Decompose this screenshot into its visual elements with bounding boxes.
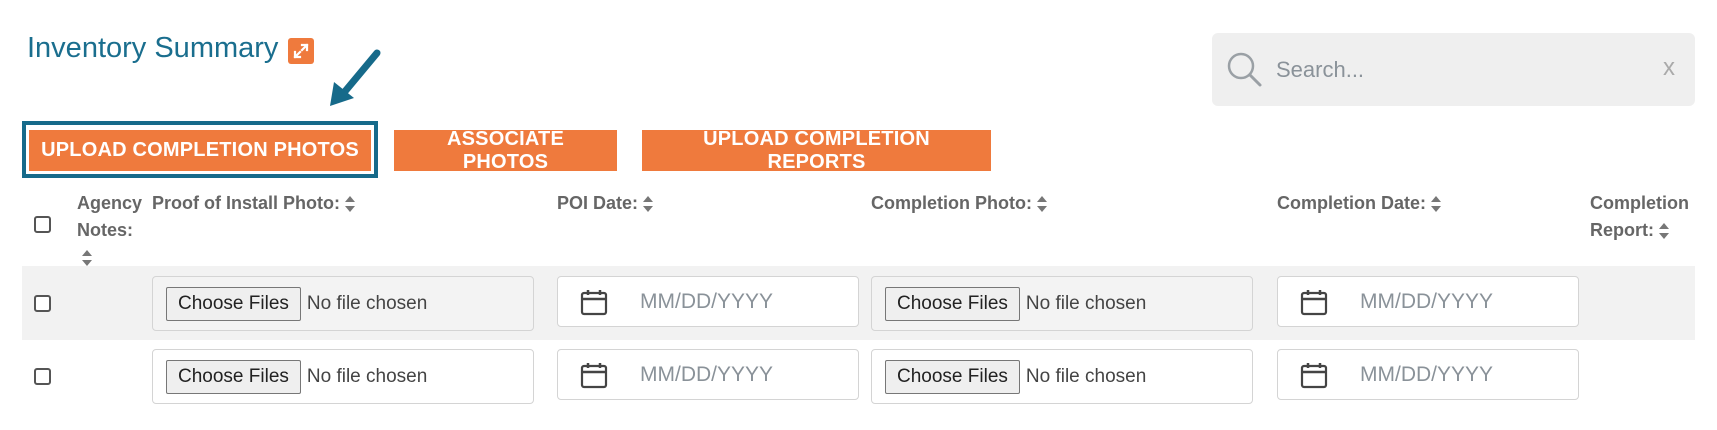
expand-icon[interactable]	[288, 37, 315, 64]
column-label: Proof of Install Photo:	[152, 193, 340, 213]
completion-date-input[interactable]	[1358, 362, 1562, 388]
column-label: Completion Photo:	[871, 193, 1032, 213]
sort-icon[interactable]	[344, 195, 356, 213]
file-status: No file chosen	[1025, 292, 1147, 314]
column-label: Completion	[1590, 193, 1689, 213]
page-title: Inventory Summary	[27, 32, 279, 64]
page-title-group: Inventory Summary	[27, 32, 315, 65]
poi-date-field[interactable]	[557, 349, 859, 400]
column-completion-report[interactable]: Completion Report:	[1590, 190, 1689, 244]
select-all-checkbox[interactable]	[34, 216, 51, 233]
completion-date-input[interactable]	[1358, 289, 1562, 315]
column-completion-photo[interactable]: Completion Photo:	[871, 190, 1048, 217]
file-status: No file chosen	[306, 292, 428, 314]
completion-photo-file-input[interactable]: Choose Files No file chosen	[871, 349, 1253, 404]
column-agency-notes[interactable]: Agency Notes:	[77, 190, 142, 271]
search-input[interactable]	[1274, 55, 1638, 85]
column-label: Notes:	[77, 220, 134, 240]
calendar-icon[interactable]	[1300, 361, 1328, 389]
row-checkbox[interactable]	[34, 368, 51, 385]
sort-icon[interactable]	[1036, 195, 1048, 213]
poi-date-field[interactable]	[557, 276, 859, 327]
choose-files-button[interactable]: Choose Files	[166, 359, 301, 394]
search-box: x	[1212, 33, 1695, 106]
poi-date-input[interactable]	[638, 289, 842, 315]
choose-files-button[interactable]: Choose Files	[885, 359, 1020, 394]
column-proof-of-install-photo[interactable]: Proof of Install Photo:	[152, 190, 356, 217]
column-label: Completion Date:	[1277, 193, 1427, 213]
row-checkbox[interactable]	[34, 295, 51, 312]
column-poi-date[interactable]: POI Date:	[557, 190, 654, 217]
sort-icon[interactable]	[81, 249, 93, 267]
column-label: Agency	[77, 193, 143, 213]
proof-of-install-photo-file-input[interactable]: Choose Files No file chosen	[152, 276, 534, 331]
sort-icon[interactable]	[642, 195, 654, 213]
annotation-arrow-icon	[330, 49, 381, 106]
upload-completion-reports-button[interactable]: UPLOAD COMPLETION REPORTS	[642, 128, 991, 173]
associate-photos-button[interactable]: ASSOCIATE PHOTOS	[394, 128, 617, 173]
file-status: No file chosen	[1025, 365, 1147, 387]
file-status: No file chosen	[306, 365, 428, 387]
calendar-icon[interactable]	[580, 288, 608, 316]
completion-photo-file-input[interactable]: Choose Files No file chosen	[871, 276, 1253, 331]
sort-icon[interactable]	[1658, 222, 1670, 240]
sort-icon[interactable]	[1430, 195, 1442, 213]
search-icon	[1227, 52, 1262, 87]
clear-search-icon[interactable]: x	[1663, 54, 1675, 82]
choose-files-button[interactable]: Choose Files	[166, 286, 301, 321]
choose-files-button[interactable]: Choose Files	[885, 286, 1020, 321]
proof-of-install-photo-file-input[interactable]: Choose Files No file chosen	[152, 349, 534, 404]
poi-date-input[interactable]	[638, 362, 842, 388]
completion-date-field[interactable]	[1277, 349, 1579, 400]
column-label: Report:	[1590, 220, 1654, 240]
calendar-icon[interactable]	[580, 361, 608, 389]
column-label: POI Date:	[557, 193, 639, 213]
column-completion-date[interactable]: Completion Date:	[1277, 190, 1442, 217]
calendar-icon[interactable]	[1300, 288, 1328, 316]
upload-completion-photos-button[interactable]: UPLOAD COMPLETION PHOTOS	[29, 130, 371, 171]
completion-date-field[interactable]	[1277, 276, 1579, 327]
